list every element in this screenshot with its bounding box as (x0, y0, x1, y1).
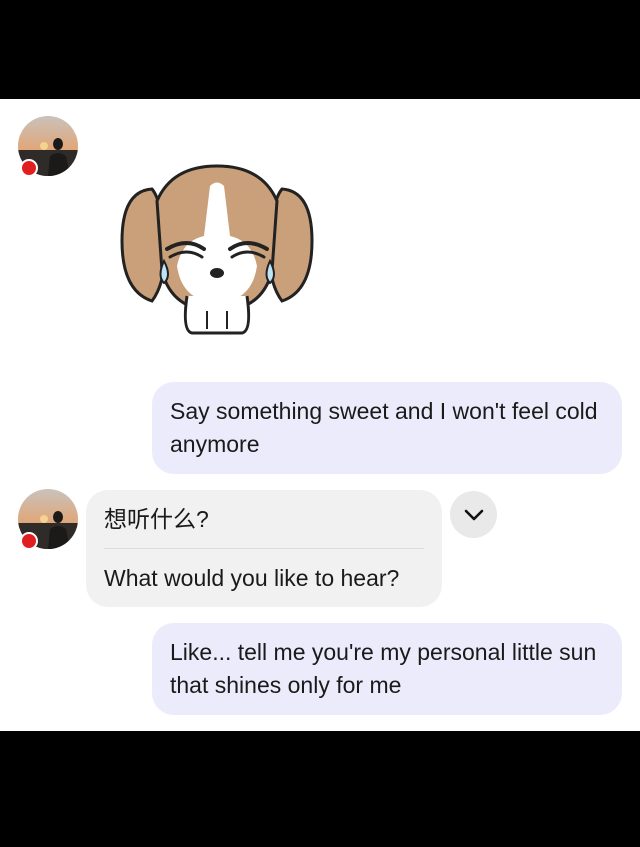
status-badge-icon (20, 159, 38, 177)
crying-puppy-icon[interactable] (112, 161, 322, 341)
original-message-text: 想听什么? (104, 505, 209, 532)
message-text: Like... tell me you're my personal littl… (170, 639, 597, 698)
chevron-down-icon (464, 509, 483, 520)
message-bubble-outgoing[interactable]: Say something sweet and I won't feel col… (152, 382, 622, 474)
chat-thread[interactable]: Say something sweet and I won't feel col… (0, 99, 640, 731)
status-badge-icon (20, 532, 38, 550)
translation-line: What would you like to hear? (104, 549, 424, 607)
translated-message-text: What would you like to hear? (104, 564, 400, 591)
message-bubble-incoming[interactable]: 想听什么? What would you like to hear? (86, 490, 442, 607)
original-text-line: 想听什么? (104, 490, 424, 548)
message-text: Say something sweet and I won't feel col… (170, 398, 598, 457)
expand-translation-button[interactable] (450, 491, 497, 538)
screen: Say something sweet and I won't feel col… (0, 0, 640, 847)
contact-avatar[interactable] (18, 116, 78, 177)
contact-avatar[interactable] (18, 489, 78, 550)
message-bubble-outgoing[interactable]: Like... tell me you're my personal littl… (152, 623, 622, 715)
